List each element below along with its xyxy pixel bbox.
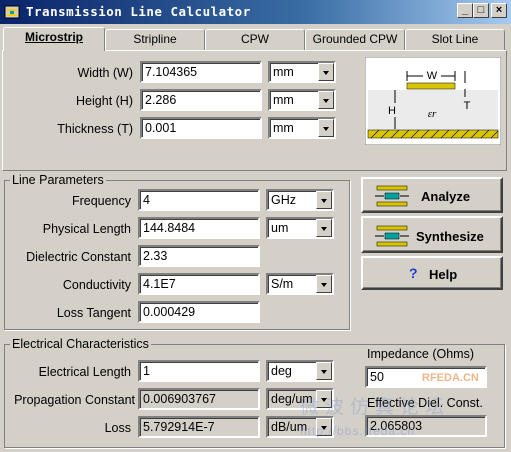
w-dimension-label: W (427, 70, 438, 82)
unit-value: um (271, 221, 289, 235)
tab-label: Microstrip (24, 30, 83, 44)
analyze-icon (375, 185, 409, 207)
watermark-chinese: 微波仿真论坛 (300, 397, 451, 418)
tab-cpw[interactable]: CPW (205, 29, 305, 50)
chevron-down-icon[interactable] (316, 362, 332, 380)
er-label: εr (428, 108, 437, 120)
loss-output: 5.792914E-7 (138, 416, 260, 438)
maximize-icon: □ (477, 4, 485, 16)
height-input[interactable]: 2.286 (140, 89, 262, 111)
tab-slot-line[interactable]: Slot Line (405, 29, 505, 50)
close-button[interactable]: × (491, 3, 507, 18)
analyze-button[interactable]: Analyze (361, 177, 503, 213)
dielectric-constant-input[interactable]: 2.33 (138, 245, 260, 267)
tab-strip: Microstrip Stripline CPW Grounded CPW Sl… (0, 27, 511, 51)
conductivity-unit-select[interactable]: S/m (266, 273, 334, 295)
thickness-label: Thickness (T) (57, 122, 133, 136)
loss-tangent-label: Loss Tangent (56, 306, 131, 320)
loss-label: Loss (104, 421, 131, 435)
tab-stripline[interactable]: Stripline (105, 29, 205, 50)
chevron-down-icon[interactable] (316, 275, 332, 293)
tab-label: Slot Line (431, 32, 479, 46)
tab-label: Stripline (133, 32, 177, 46)
chevron-down-icon[interactable] (318, 63, 334, 81)
chevron-down-icon[interactable] (318, 91, 334, 109)
app-icon (4, 5, 20, 19)
strip-conductor (406, 82, 456, 90)
t-dimension-label: T (464, 100, 471, 112)
help-label: Help (429, 267, 458, 282)
loss-tangent-input[interactable]: 0.000429 (138, 301, 260, 323)
physical-length-label: Physical Length (42, 222, 131, 236)
conductivity-label: Conductivity (62, 278, 131, 292)
electrical-length-label: Electrical Length (38, 365, 131, 379)
title-bar[interactable]: Transmission Line Calculator _ □ × (0, 0, 511, 24)
electrical-length-input[interactable]: 1 (138, 360, 260, 382)
synthesize-icon (375, 225, 409, 247)
frequency-unit-select[interactable]: GHz (266, 189, 334, 211)
physical-length-input[interactable]: 144.8484 (138, 217, 260, 239)
propagation-constant-output: 0.006903767 (138, 388, 260, 410)
microstrip-diagram: W T H εr (365, 57, 501, 145)
analyze-label: Analyze (421, 189, 471, 204)
width-label: Width (W) (77, 66, 133, 80)
electrical-length-unit-select[interactable]: deg (266, 360, 334, 382)
chevron-down-icon[interactable] (316, 191, 332, 209)
unit-value: GHz (271, 193, 296, 207)
width-unit-select[interactable]: mm (268, 61, 336, 83)
frequency-input[interactable]: 4 (138, 189, 260, 211)
dielectric-constant-label: Dielectric Constant (26, 250, 131, 264)
width-input[interactable]: 7.104365 (140, 61, 262, 83)
physical-length-unit-select[interactable]: um (266, 217, 334, 239)
watermark-site: RFEDA.CN (422, 372, 479, 384)
height-label: Height (H) (76, 94, 133, 108)
unit-value: mm (273, 65, 294, 79)
propagation-constant-label: Propagation Constant (14, 393, 135, 407)
thickness-input[interactable]: 0.001 (140, 117, 262, 139)
minimize-button[interactable]: _ (457, 3, 473, 18)
height-unit-select[interactable]: mm (268, 89, 336, 111)
tab-label: CPW (241, 32, 269, 46)
synthesize-button[interactable]: Synthesize (361, 216, 503, 253)
frequency-label: Frequency (71, 194, 131, 208)
unit-value: S/m (271, 277, 294, 291)
watermark-url: http://bbs.rfeda.cn (300, 424, 416, 438)
line-parameters-title: Line Parameters (10, 173, 106, 187)
conductivity-input[interactable]: 4.1E7 (138, 273, 260, 295)
thickness-unit-select[interactable]: mm (268, 117, 336, 139)
window-title: Transmission Line Calculator (26, 4, 251, 19)
unit-value: deg (271, 364, 292, 378)
minimize-icon: _ (461, 4, 469, 16)
h-dimension-label: H (388, 105, 396, 117)
maximize-button[interactable]: □ (473, 3, 489, 18)
synthesize-label: Synthesize (416, 229, 484, 244)
help-icon: ? (409, 265, 418, 281)
impedance-label: Impedance (Ohms) (367, 347, 474, 361)
unit-value: mm (273, 121, 294, 135)
tab-label: Grounded CPW (312, 32, 398, 46)
tab-microstrip[interactable]: Microstrip (3, 27, 105, 51)
help-button[interactable]: ? Help (361, 256, 503, 290)
electrical-characteristics-title: Electrical Characteristics (10, 337, 151, 351)
tab-grounded-cpw[interactable]: Grounded CPW (305, 29, 405, 50)
close-icon: × (495, 4, 503, 16)
chevron-down-icon[interactable] (318, 119, 334, 137)
chevron-down-icon[interactable] (316, 219, 332, 237)
unit-value: mm (273, 93, 294, 107)
